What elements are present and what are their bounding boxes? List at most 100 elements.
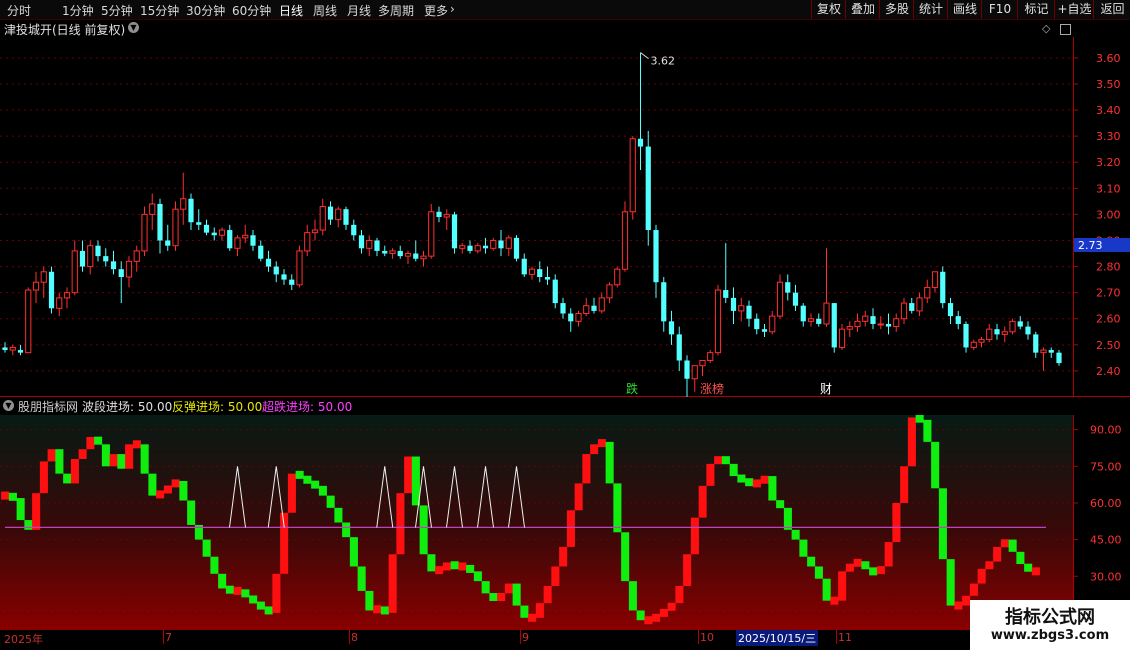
oscillator-bar [148, 473, 157, 496]
candle [831, 303, 837, 353]
period-tab[interactable]: 60分钟 [232, 2, 271, 19]
oscillator-bar [605, 441, 614, 484]
candle [645, 130, 651, 246]
oscillator-bar [8, 492, 17, 501]
oscillator-bar [1024, 563, 1033, 572]
oscillator-bar [520, 605, 529, 618]
oscillator-bar [466, 564, 475, 573]
oscillator-bar [628, 581, 637, 611]
watermark-title: 指标公式网 [1005, 607, 1095, 628]
toolbar-button[interactable]: F10 [981, 0, 1018, 19]
oscillator-bar [737, 474, 746, 483]
period-tab[interactable]: 5分钟 [101, 2, 133, 19]
oscillator-bar [621, 532, 630, 582]
oscillator-bar [698, 485, 707, 518]
oscillator-bar [543, 586, 552, 604]
chevron-right-icon[interactable]: › [450, 2, 455, 16]
candle [761, 323, 768, 337]
period-tab[interactable]: 30分钟 [186, 2, 225, 19]
oscillator-bar [458, 562, 467, 571]
oscillator-bar [954, 601, 963, 610]
candle [289, 274, 295, 291]
oscillator-bar [923, 419, 932, 442]
candle [885, 313, 892, 335]
indicator-tick-label: 90.00 [1090, 424, 1122, 437]
candle [909, 297, 915, 314]
event-tag[interactable]: 涨榜 [700, 381, 724, 396]
candle [792, 284, 799, 311]
candlestick-chart[interactable]: 3.603.503.403.303.203.103.002.902.802.70… [0, 37, 1130, 397]
candle [133, 245, 140, 272]
period-tab[interactable]: 周线 [313, 2, 337, 19]
indicator-tick-label: 45.00 [1090, 534, 1122, 547]
oscillator-bar [218, 573, 227, 589]
chevron-down-icon[interactable]: ▼ [3, 400, 14, 411]
candle [281, 269, 287, 285]
oscillator-bar [884, 542, 893, 567]
oscillator-bar [962, 595, 971, 606]
candle [684, 355, 690, 397]
candle [474, 243, 481, 254]
candle [389, 248, 396, 259]
price-tick-label: 3.40 [1096, 104, 1121, 117]
toolbar-button[interactable]: 标记 [1017, 0, 1055, 19]
indicator-chart[interactable]: 90.0075.0060.0045.0030.0015.00 [0, 415, 1130, 630]
toolbar-button[interactable]: 复权 [811, 0, 846, 19]
event-tag[interactable]: 财 [820, 382, 832, 396]
oscillator-bar [380, 606, 389, 615]
oscillator-bar [373, 605, 382, 614]
oscillator-bar [481, 581, 490, 594]
candle [513, 235, 520, 262]
period-tab[interactable]: 15分钟 [140, 2, 179, 19]
oscillator-bar [915, 415, 924, 423]
oscillator-bar [985, 561, 994, 570]
period-tab[interactable]: 1分钟 [62, 2, 94, 19]
window-toggle-icon[interactable] [1060, 24, 1071, 35]
oscillator-bar [799, 539, 808, 557]
period-tab[interactable]: 月线 [347, 2, 371, 19]
period-tab[interactable]: 更多 [424, 2, 448, 19]
period-tab[interactable]: 多周期 [378, 2, 414, 19]
indicator-name[interactable]: 股朋指标网 [18, 398, 78, 415]
stock-title[interactable]: 津投城开(日线 前复权) [4, 21, 125, 38]
candle [986, 323, 993, 343]
candle [931, 271, 939, 293]
indicator-line-label-2: 超跌进场: 50.00 [262, 400, 353, 414]
candle [668, 310, 675, 345]
candle [413, 240, 419, 262]
date-tick-label: 11 [838, 631, 852, 644]
candle [498, 230, 504, 257]
chevron-down-icon[interactable]: ▼ [128, 22, 139, 33]
event-tag[interactable]: 跌 [626, 381, 638, 396]
candle [838, 323, 846, 351]
oscillator-bar [489, 593, 498, 602]
toolbar-button[interactable]: 画线 [947, 0, 982, 19]
candle [1025, 321, 1031, 340]
candle [351, 219, 357, 241]
indicator-tick-label: 75.00 [1090, 460, 1122, 473]
oscillator-bar [187, 500, 196, 525]
period-tab[interactable]: 分时 [7, 2, 31, 19]
oscillator-bar [94, 436, 103, 445]
candle [900, 297, 908, 324]
price-tick-label: 3.20 [1096, 156, 1121, 169]
oscillator-bar [202, 539, 211, 557]
candle [436, 206, 442, 223]
toolbar-button[interactable]: +自选 [1054, 0, 1094, 19]
period-tab[interactable]: 日线 [279, 2, 303, 19]
oscillator-bar [241, 589, 250, 598]
price-tick-label: 2.40 [1096, 365, 1121, 378]
oscillator-bar [264, 606, 273, 615]
price-tick-label: 2.60 [1096, 313, 1121, 326]
candle [366, 235, 373, 257]
toolbar-button[interactable]: 多股 [879, 0, 914, 19]
toolbar-button[interactable]: 返回 [1093, 0, 1130, 19]
toolbar-button[interactable]: 统计 [913, 0, 948, 19]
date-tick-label: 2025年 [4, 633, 43, 646]
candle [404, 250, 412, 264]
toolbar-button[interactable]: 叠加 [845, 0, 880, 19]
diamond-icon[interactable]: ◇ [1042, 22, 1050, 35]
oscillator-bar [109, 454, 118, 467]
date-axis: 2025年 7 8 9 10 2025/10/15/三 11 [0, 630, 1130, 650]
indicator-line-label-0: 波段进场: 50.00 [82, 400, 173, 414]
